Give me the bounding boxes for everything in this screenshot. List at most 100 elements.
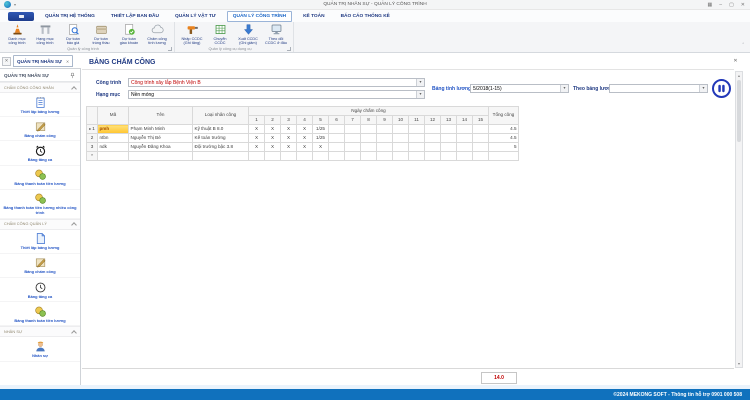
cell-day[interactable] (393, 125, 409, 134)
close-button[interactable]: ✕ (741, 3, 745, 8)
cell-day[interactable]: X (297, 134, 313, 143)
cell-day[interactable] (425, 143, 441, 152)
cell-loai[interactable]: Đội trưởng bậc 3.8 (193, 143, 249, 152)
cell-day[interactable] (345, 125, 361, 134)
sidebar-item[interactable]: Bảng chấm công (0, 117, 80, 141)
column-header-tong-cong[interactable]: Tổng công (489, 107, 519, 125)
cell-day[interactable] (313, 152, 329, 161)
cell-day[interactable] (345, 143, 361, 152)
cell-day[interactable] (393, 152, 409, 161)
hang-muc-combo[interactable]: Nền móng ▼ (128, 90, 425, 99)
cell-ma[interactable]: ntbn (98, 134, 129, 143)
cell-day[interactable]: X (265, 143, 281, 152)
cong-trinh-combo[interactable]: Công trình xây lắp Bệnh Viện B ▼ (128, 78, 425, 87)
cell-day[interactable]: X (297, 143, 313, 152)
cell-day[interactable] (425, 134, 441, 143)
cell-day[interactable] (329, 134, 345, 143)
cell-day[interactable]: X (249, 143, 265, 152)
ribbon-tab[interactable]: KẾ TOÁN (298, 12, 330, 21)
ribbon-button[interactable]: Xuất CCDC (Ghi giảm) (234, 23, 262, 45)
scroll-up-icon[interactable]: ▲ (736, 72, 742, 79)
cell-day[interactable] (297, 152, 313, 161)
cell-day[interactable] (457, 134, 473, 143)
cell-day[interactable] (473, 125, 489, 134)
sidebar-item[interactable]: Thiết lập bảng lương (0, 93, 80, 117)
cell-day[interactable] (361, 134, 377, 143)
chevron-down-icon[interactable]: ▼ (560, 85, 568, 92)
cell-day[interactable] (377, 143, 393, 152)
ribbon-collapse-chevron-icon[interactable]: ˆ (742, 43, 744, 49)
chevron-down-icon[interactable]: ▼ (699, 85, 707, 92)
scroll-down-icon[interactable]: ▼ (736, 360, 742, 367)
app-menu-button[interactable] (8, 12, 34, 21)
dialog-launcher-icon[interactable] (287, 47, 291, 51)
layout-button[interactable]: ▦ (708, 3, 713, 8)
cell-loai[interactable]: Kế toán trưởng (193, 134, 249, 143)
sidebar-item[interactable]: Bảng thanh toán tiền lương nhiều công tr… (0, 190, 80, 219)
ribbon-button[interactable]: Theo dõi CCDC ở đâu (262, 23, 290, 45)
cell-day[interactable] (329, 143, 345, 152)
cell-day[interactable] (345, 152, 361, 161)
cell-day[interactable] (441, 152, 457, 161)
cell-day[interactable] (425, 125, 441, 134)
cell-ten[interactable]: Nguyễn Thị Bé (129, 134, 193, 143)
sidebar-item[interactable]: Bảng chấm công (0, 254, 80, 278)
ribbon-tab[interactable]: QUẢN LÝ CÔNG TRÌNH (227, 11, 292, 22)
cell-day[interactable] (409, 143, 425, 152)
cell-day[interactable] (377, 152, 393, 161)
collapse-chevron-icon[interactable] (71, 330, 77, 336)
cell-day[interactable] (361, 125, 377, 134)
cell-day[interactable]: X (281, 125, 297, 134)
search-button[interactable] (712, 79, 731, 98)
cell-day[interactable] (361, 152, 377, 161)
sidebar-section-header[interactable]: NHÂN SỰ (0, 326, 80, 337)
sidebar-item[interactable]: Thiết lập bảng lương (0, 230, 80, 254)
cell-day[interactable] (473, 143, 489, 152)
ribbon-button[interactable]: Dự toán báo giá (59, 23, 87, 45)
cell-day[interactable] (409, 152, 425, 161)
bang-tinh-luong-combo[interactable]: 5/2018(1-15) ▼ (470, 84, 569, 93)
cell-day[interactable]: X (265, 125, 281, 134)
cell-ma[interactable]: pmh (98, 125, 129, 134)
pin-icon[interactable] (69, 72, 76, 79)
cell-day[interactable]: X (265, 134, 281, 143)
cell-day[interactable] (441, 134, 457, 143)
ribbon-tab[interactable]: BÁO CÁO THỐNG KÊ (336, 12, 395, 21)
ribbon-button[interactable]: Chấm công tính lương (143, 23, 171, 45)
cell-day[interactable] (329, 152, 345, 161)
collapse-chevron-icon[interactable] (71, 86, 77, 92)
column-header-ten[interactable]: Tên (129, 107, 193, 125)
cell-day[interactable] (249, 152, 265, 161)
dialog-launcher-icon[interactable] (168, 47, 172, 51)
cell-ma[interactable] (98, 152, 129, 161)
cell-day[interactable] (473, 134, 489, 143)
cell-day[interactable]: X (249, 125, 265, 134)
sidebar-item[interactable]: Bảng thanh toán tiền lương (0, 166, 80, 190)
cell-day[interactable] (377, 134, 393, 143)
ribbon-button[interactable]: Chuyển CCDC (206, 23, 234, 45)
cell-ten[interactable]: Phạm Minh Minh (129, 125, 193, 134)
cell-day[interactable] (457, 125, 473, 134)
sidebar-item[interactable]: Bảng thanh toán tiền lương (0, 302, 80, 326)
cell-day[interactable] (265, 152, 281, 161)
collapse-chevron-icon[interactable] (71, 222, 77, 228)
ribbon-button[interactable]: Danh mục công trình (3, 23, 31, 45)
cell-day[interactable]: X (313, 143, 329, 152)
cell-day[interactable] (361, 143, 377, 152)
cell-day[interactable]: X (281, 134, 297, 143)
dock-tab-quan-tri-nhan-su[interactable]: QUẢN TRỊ NHÂN SỰ ✕ (13, 55, 73, 67)
vertical-scrollbar[interactable]: ▲ ▼ (735, 71, 743, 368)
cell-day[interactable] (329, 125, 345, 134)
cell-day[interactable] (409, 134, 425, 143)
sidebar-item[interactable]: Bảng tăng ca (0, 278, 80, 302)
cell-loai[interactable] (193, 152, 249, 161)
ribbon-button[interactable]: Dự toán giao khoán (115, 23, 143, 45)
cell-day[interactable] (393, 134, 409, 143)
ribbon-button[interactable]: Dự toán trúng thầu (87, 23, 115, 45)
sidebar-item[interactable]: Bảng tăng ca (0, 141, 80, 165)
sidebar-section-header[interactable]: CHẤM CÔNG QUẢN LÝ (0, 219, 80, 230)
sidebar-item[interactable]: Nhân sự (0, 337, 80, 361)
cell-day[interactable] (457, 143, 473, 152)
cell-day[interactable]: X (249, 134, 265, 143)
panel-close-icon[interactable]: ✕ (2, 57, 11, 66)
